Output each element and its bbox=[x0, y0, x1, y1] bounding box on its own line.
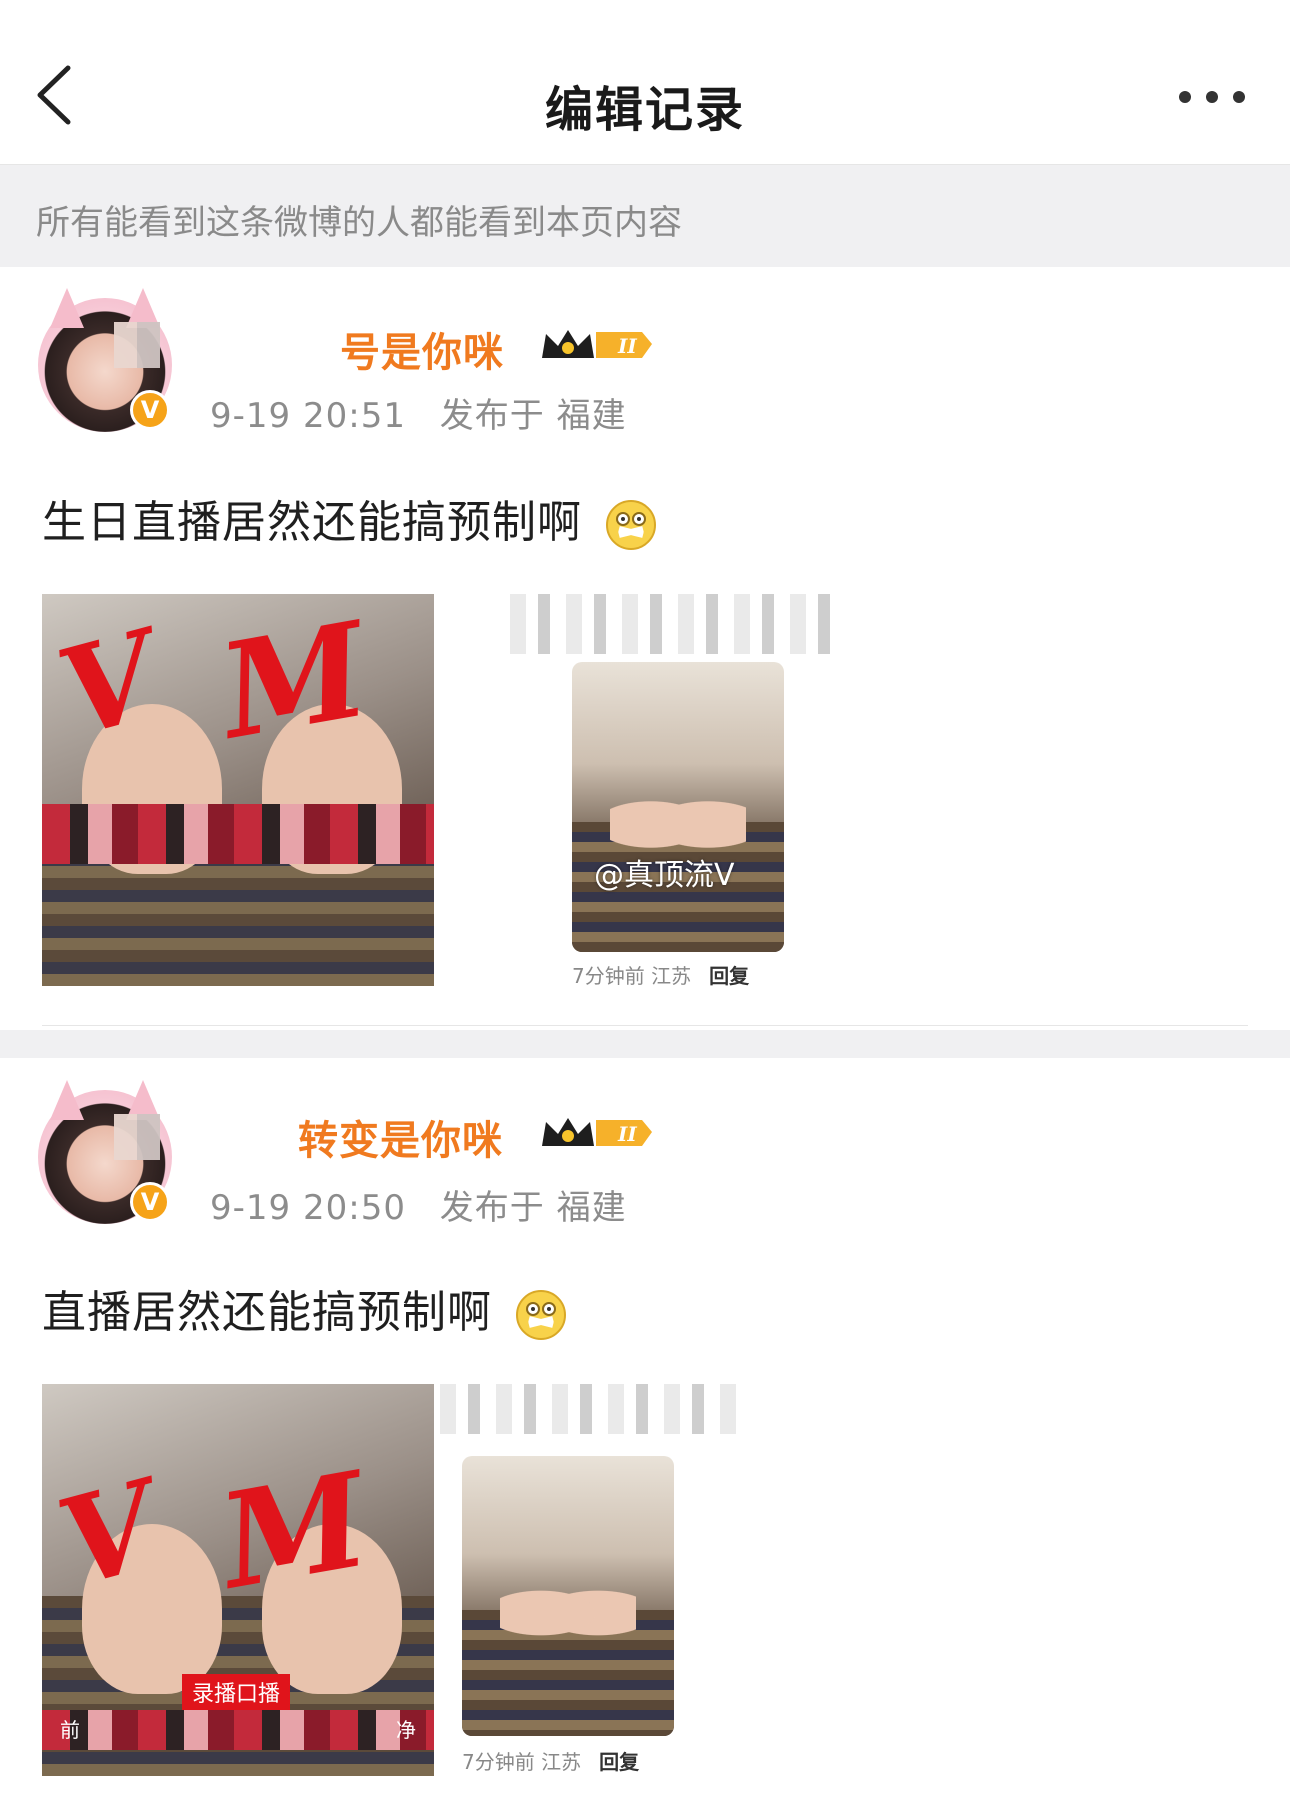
post-time: 9-19 20:51 bbox=[210, 396, 406, 436]
post-image-2[interactable]: @真顶流V 7分钟前 江苏 回复 bbox=[510, 594, 840, 992]
username[interactable]: 号是你咪 bbox=[340, 320, 504, 378]
emoji-shush-icon bbox=[606, 500, 656, 550]
svg-text:II: II bbox=[617, 1122, 637, 1146]
avatar-mosaic bbox=[114, 1114, 160, 1160]
emoji-shush-icon bbox=[516, 1290, 566, 1340]
mosaic-right-text: 净 bbox=[396, 1718, 416, 1742]
post-image-2[interactable]: 7分钟前 江苏 回复 bbox=[440, 1384, 740, 1784]
avatar-mosaic bbox=[114, 322, 160, 368]
more-icon[interactable] bbox=[1176, 88, 1248, 106]
section-gap bbox=[0, 1030, 1290, 1058]
cat-ear-decoration bbox=[50, 1080, 84, 1120]
mosaic-left-text: 前 bbox=[60, 1718, 80, 1742]
visibility-notice: 所有能看到这条微博的人都能看到本页内容 bbox=[0, 165, 1290, 267]
screenshot-photo bbox=[462, 1456, 674, 1736]
post-meta: 9-19 20:50 发布于 福建 bbox=[210, 1180, 627, 1229]
crown-badge-icon: II bbox=[542, 1118, 652, 1146]
image-mosaic bbox=[42, 1710, 434, 1750]
screenshot-photo bbox=[572, 662, 784, 952]
edit-record-item-1: V 号是你咪 II 9-19 20:51 发布于 福建 生日直播居然还能搞预制啊… bbox=[0, 268, 1290, 1028]
svg-text:II: II bbox=[617, 334, 637, 358]
post-text: 直播居然还能搞预制啊 bbox=[42, 1276, 567, 1341]
post-image-1[interactable]: V M bbox=[42, 594, 434, 986]
watermark: @真顶流V bbox=[594, 858, 735, 893]
crown-badge-icon: II bbox=[542, 330, 652, 358]
avatar[interactable]: V bbox=[38, 288, 172, 432]
cat-ear-decoration bbox=[50, 288, 84, 328]
verified-icon: V bbox=[130, 1182, 170, 1222]
post-text: 生日直播居然还能搞预制啊 bbox=[42, 486, 657, 551]
post-text-content: 直播居然还能搞预制啊 bbox=[42, 1287, 492, 1338]
divider bbox=[42, 1025, 1248, 1026]
post-time: 9-19 20:50 bbox=[210, 1188, 406, 1228]
image-mosaic bbox=[42, 804, 434, 864]
image-caption: 7分钟前 江苏 回复 bbox=[462, 1750, 640, 1774]
post-location: 发布于 福建 bbox=[439, 396, 627, 436]
verified-icon: V bbox=[130, 390, 170, 430]
avatar[interactable]: V bbox=[38, 1080, 172, 1224]
top-nav: 编辑记录 bbox=[0, 0, 1290, 165]
notice-text: 所有能看到这条微博的人都能看到本页内容 bbox=[36, 203, 682, 243]
image-mosaic bbox=[510, 594, 840, 654]
image-caption: 7分钟前 江苏 回复 bbox=[572, 964, 750, 988]
image-mosaic bbox=[440, 1384, 740, 1434]
post-meta: 9-19 20:51 发布于 福建 bbox=[210, 388, 627, 437]
post-location: 发布于 福建 bbox=[439, 1188, 627, 1228]
edit-record-item-2: V 转变是你咪 II 9-19 20:50 发布于 福建 直播居然还能搞预制啊 … bbox=[0, 1058, 1290, 1818]
page-title: 编辑记录 bbox=[544, 82, 745, 138]
mosaic-label: 录播口播 bbox=[182, 1674, 291, 1710]
post-text-content: 生日直播居然还能搞预制啊 bbox=[42, 497, 582, 548]
post-image-1[interactable]: 录播口播 前 净 V M bbox=[42, 1384, 434, 1776]
username[interactable]: 转变是你咪 bbox=[298, 1108, 503, 1166]
